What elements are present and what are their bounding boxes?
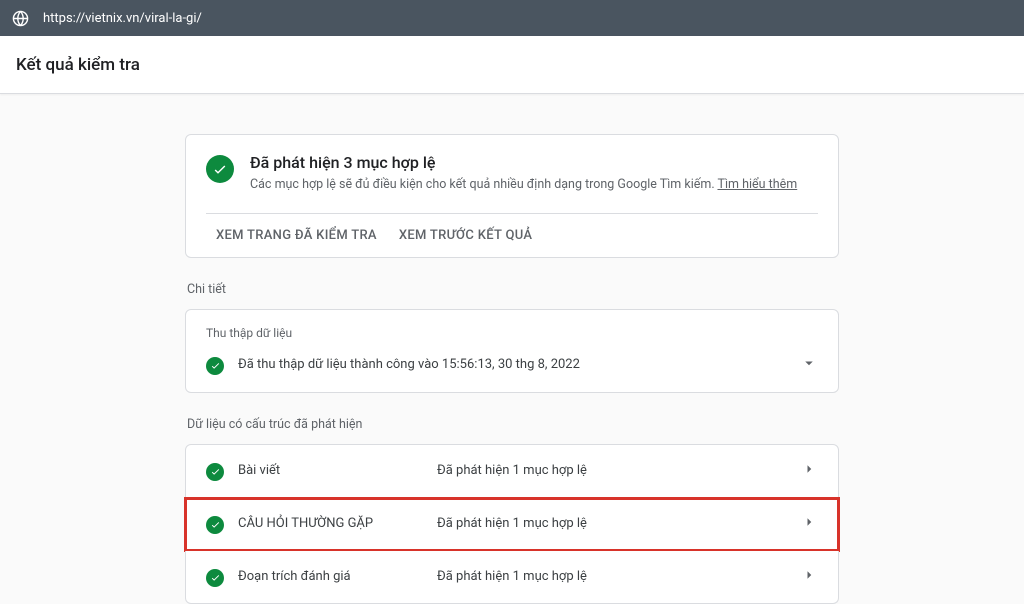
action-row: XEM TRANG ĐÃ KIỂM TRA XEM TRƯỚC KẾT QUẢ bbox=[206, 213, 818, 257]
globe-icon bbox=[12, 10, 29, 27]
check-icon bbox=[206, 463, 224, 481]
page-title: Kết quả kiểm tra bbox=[16, 55, 140, 75]
url-bar: https://vietnix.vn/viral-la-gi/ bbox=[0, 0, 1024, 36]
list-item-faq[interactable]: CÂU HỎI THƯỜNG GẶP Đã phát hiện 1 mục hợ… bbox=[185, 498, 839, 551]
structured-data-label: Dữ liệu có cấu trúc đã phát hiện bbox=[187, 417, 839, 432]
check-icon bbox=[206, 569, 224, 587]
details-label: Chi tiết bbox=[187, 282, 839, 297]
crawl-card[interactable]: Thu thập dữ liệu Đã thu thập dữ liệu thà… bbox=[185, 309, 839, 393]
chevron-down-icon[interactable] bbox=[800, 354, 818, 376]
chevron-right-icon bbox=[800, 513, 818, 535]
preview-results-button[interactable]: XEM TRƯỚC KẾT QUẢ bbox=[399, 228, 532, 243]
view-tested-page-button[interactable]: XEM TRANG ĐÃ KIỂM TRA bbox=[216, 228, 377, 243]
status-card: Đã phát hiện 3 mục hợp lệ Các mục hợp lệ… bbox=[185, 134, 839, 258]
check-icon bbox=[206, 516, 224, 534]
item-status: Đã phát hiện 1 mục hợp lệ bbox=[437, 463, 786, 478]
crawl-message: Đã thu thập dữ liệu thành công vào 15:56… bbox=[238, 357, 786, 372]
status-heading: Đã phát hiện 3 mục hợp lệ bbox=[250, 153, 797, 172]
item-name: Bài viết bbox=[238, 463, 423, 478]
item-name: CÂU HỎI THƯỜNG GẶP bbox=[238, 516, 423, 531]
crawl-section-label: Thu thập dữ liệu bbox=[206, 326, 818, 340]
check-icon bbox=[206, 155, 234, 183]
list-item-article[interactable]: Bài viết Đã phát hiện 1 mục hợp lệ bbox=[185, 444, 839, 498]
url-text: https://vietnix.vn/viral-la-gi/ bbox=[43, 11, 202, 26]
chevron-right-icon bbox=[800, 566, 818, 588]
item-name: Đoạn trích đánh giá bbox=[238, 569, 423, 584]
chevron-right-icon bbox=[800, 460, 818, 482]
title-bar: Kết quả kiểm tra bbox=[0, 36, 1024, 94]
structured-data-list: Bài viết Đã phát hiện 1 mục hợp lệ CÂU H… bbox=[185, 444, 839, 604]
learn-more-link[interactable]: Tìm hiểu thêm bbox=[717, 177, 797, 192]
status-description: Các mục hợp lệ sẽ đủ điều kiện cho kết q… bbox=[250, 176, 797, 195]
list-item-review-snippet[interactable]: Đoạn trích đánh giá Đã phát hiện 1 mục h… bbox=[185, 551, 839, 604]
check-icon bbox=[206, 357, 224, 375]
item-status: Đã phát hiện 1 mục hợp lệ bbox=[437, 569, 786, 584]
item-status: Đã phát hiện 1 mục hợp lệ bbox=[437, 516, 786, 531]
